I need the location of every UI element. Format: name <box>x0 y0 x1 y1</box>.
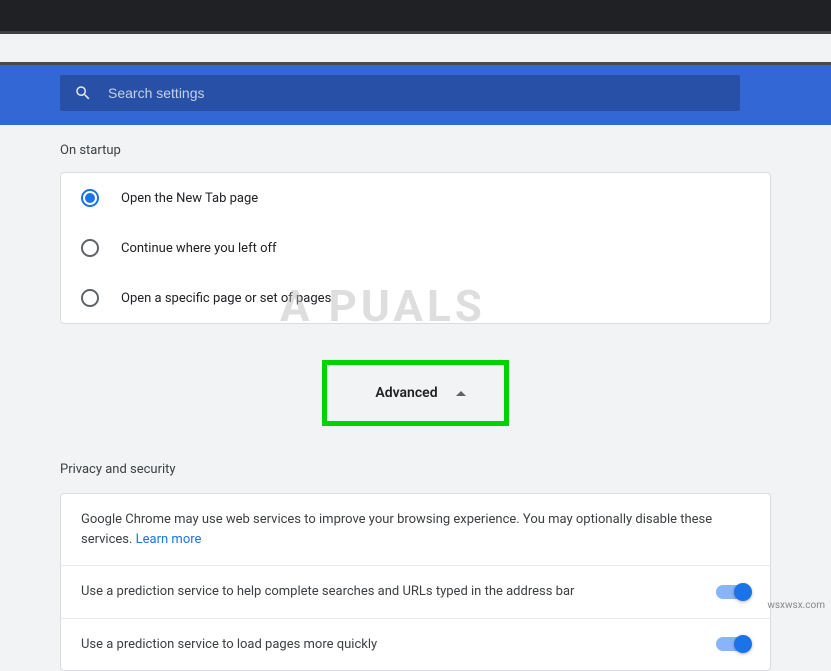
radio-label: Open a specific page or set of pages <box>121 291 331 306</box>
chevron-up-icon <box>456 391 466 396</box>
privacy-prediction-search-row: Use a prediction service to help complet… <box>61 565 770 618</box>
toolbar-gap <box>0 34 831 62</box>
startup-option-new-tab[interactable]: Open the New Tab page <box>61 173 770 223</box>
setting-label: Use a prediction service to load pages m… <box>81 635 716 655</box>
privacy-intro-text: Google Chrome may use web services to im… <box>81 510 750 549</box>
search-icon <box>74 84 92 102</box>
search-input[interactable] <box>108 85 726 101</box>
radio-icon[interactable] <box>81 189 99 207</box>
privacy-prediction-load-row: Use a prediction service to load pages m… <box>61 618 770 671</box>
radio-icon[interactable] <box>81 239 99 257</box>
startup-card: Open the New Tab page Continue where you… <box>60 172 771 324</box>
radio-icon[interactable] <box>81 289 99 307</box>
privacy-section-title: Privacy and security <box>60 462 771 477</box>
browser-titlebar <box>0 0 831 34</box>
settings-header <box>0 62 831 125</box>
advanced-toggle-button[interactable]: Advanced <box>322 360 508 426</box>
startup-option-specific-pages[interactable]: Open a specific page or set of pages <box>61 273 770 323</box>
radio-label: Continue where you left off <box>121 241 277 256</box>
learn-more-link[interactable]: Learn more <box>136 532 202 547</box>
radio-label: Open the New Tab page <box>121 191 258 206</box>
advanced-section: Advanced <box>60 360 771 426</box>
setting-label: Use a prediction service to help complet… <box>81 582 716 602</box>
privacy-intro-row: Google Chrome may use web services to im… <box>61 494 770 565</box>
toggle-prediction-load[interactable] <box>716 637 750 651</box>
search-settings-box[interactable] <box>60 75 740 111</box>
advanced-label: Advanced <box>375 385 437 401</box>
settings-content: On startup Open the New Tab page Continu… <box>0 125 831 671</box>
privacy-card: Google Chrome may use web services to im… <box>60 493 771 671</box>
toggle-prediction-search[interactable] <box>716 585 750 599</box>
startup-option-continue[interactable]: Continue where you left off <box>61 223 770 273</box>
startup-section-title: On startup <box>60 143 771 158</box>
source-attribution: wsxwsx.com <box>767 600 825 611</box>
